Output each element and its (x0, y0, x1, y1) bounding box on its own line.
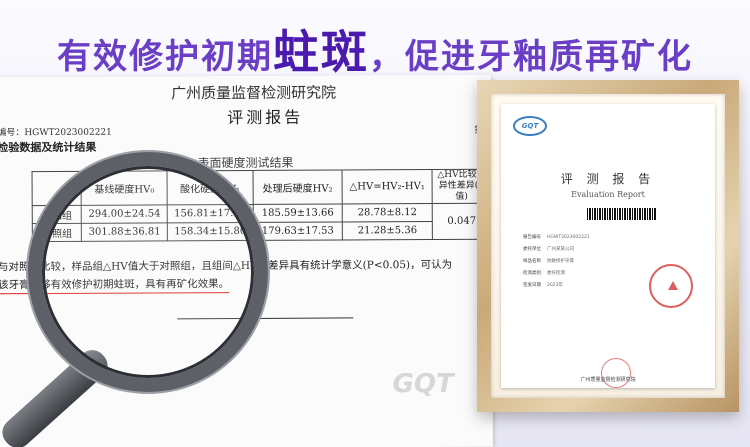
certificate-row: 委托单位 广州某某公司 (523, 246, 574, 252)
row-label: 签发日期 (523, 283, 541, 288)
promo-banner: 有效修护初期蛀斑，促进牙釉质再矿化 广州质量监督检测研究院 评测报告 编号：HG… (0, 0, 750, 447)
report-institute: 广州质量监督检测研究院 (171, 83, 337, 103)
report-title: 评测报告 (227, 107, 304, 128)
row-label: 检测类别 (523, 271, 541, 276)
table-cell: 28.78±8.12 (342, 203, 433, 222)
table-cell: 179.63±17.53 (253, 221, 343, 241)
table-header-cell: △HV=HV₂-HV₁ (342, 169, 433, 204)
table-header-cell: 处理后硬度HV₂ (252, 169, 343, 205)
table-cell: 21.28±5.36 (342, 221, 433, 240)
row-value: 2023年 (547, 283, 563, 288)
report-section: 检验数据及统计结果 (0, 140, 97, 155)
red-seal-icon (601, 358, 631, 388)
red-seal-icon (649, 264, 693, 308)
headline: 有效修护初期蛀斑，促进牙釉质再矿化 (0, 16, 750, 79)
headline-post: ，促进牙釉质再矿化 (369, 37, 693, 77)
table-cell: 185.59±13.66 (252, 203, 343, 223)
certificate-mat: GQT 评 测 报 告 Evaluation Report 报告编号 HGWT20… (491, 94, 725, 398)
headline-pre: 有效修护初期 (57, 37, 273, 77)
row-value: 广州某某公司 (547, 247, 574, 252)
report-watermark: GQT (392, 368, 454, 400)
certificate-frame: GQT 评 测 报 告 Evaluation Report 报告编号 HGWT20… (477, 80, 739, 412)
table-caption: 表面硬度测试结果 (197, 155, 294, 171)
row-label: 委托单位 (523, 247, 541, 252)
certificate-row: 检测类别 委托检测 (523, 270, 565, 276)
magnifier-icon (28, 152, 268, 392)
certificate: GQT 评 测 报 告 Evaluation Report 报告编号 HGWT20… (501, 104, 715, 388)
certificate-title: 评 测 报 告 (560, 172, 656, 186)
row-value: 抗敏修护牙膏 (547, 259, 574, 264)
row-value: HGWT2023002221 (547, 235, 590, 240)
row-value: 委托检测 (547, 271, 565, 276)
barcode (587, 208, 657, 220)
row-label: 样品名称 (523, 259, 541, 264)
certificate-subtitle: Evaluation Report (571, 190, 645, 199)
certificate-row: 样品名称 抗敏修护牙膏 (523, 258, 574, 264)
report-number: 编号：HGWT2023002221 (0, 127, 112, 139)
headline-highlight: 蛀斑 (273, 25, 369, 79)
certificate-row: 报告编号 HGWT2023002221 (523, 234, 590, 240)
certificate-row: 签发日期 2023年 (523, 282, 563, 288)
certificate-footer: 广州质量监督检测研究院 (580, 377, 636, 383)
gqt-logo: GQT (513, 116, 547, 136)
row-label: 报告编号 (523, 235, 541, 240)
